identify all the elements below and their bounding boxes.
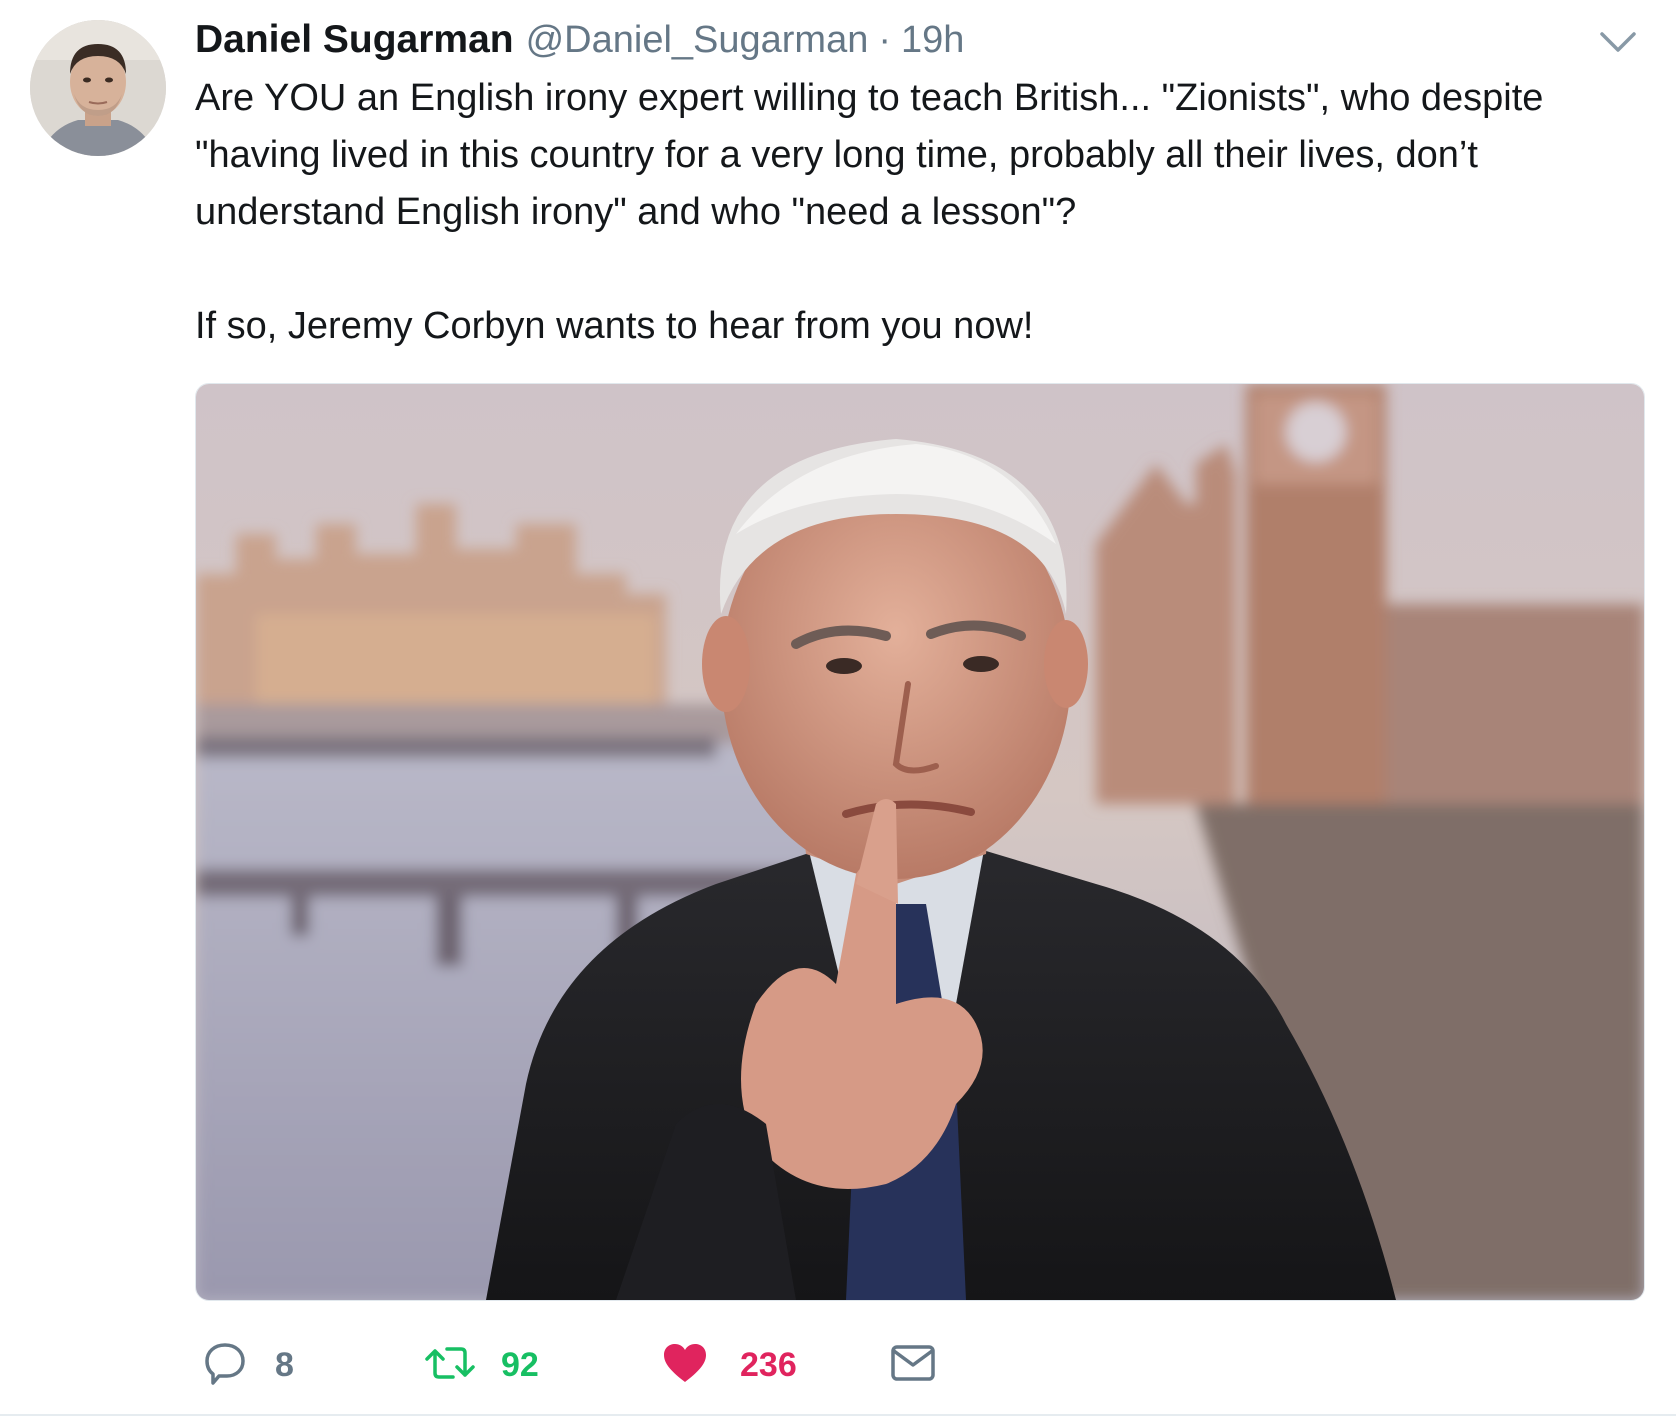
avatar-image	[30, 20, 166, 156]
retweet-count: 92	[501, 1345, 539, 1384]
tweet-timestamp[interactable]: 19h	[901, 19, 964, 62]
tweet-text-paragraph-1: Are YOU an English irony expert willing …	[195, 77, 1544, 233]
tweet-header: Daniel Sugarman @Daniel_Sugarman · 19h	[195, 18, 964, 68]
reply-icon	[203, 1341, 247, 1390]
retweet-button[interactable]: 92	[425, 1335, 539, 1395]
like-count: 236	[740, 1345, 797, 1384]
tweet-actions: 8 92 236	[195, 1335, 1595, 1395]
heart-icon	[662, 1342, 708, 1389]
reply-count: 8	[275, 1345, 294, 1384]
chevron-down-icon[interactable]	[1598, 28, 1638, 56]
retweet-icon	[425, 1343, 475, 1388]
tweet-divider	[0, 1414, 1676, 1416]
reply-button[interactable]: 8	[203, 1335, 294, 1395]
tweet-photo[interactable]	[195, 383, 1645, 1301]
envelope-icon	[890, 1343, 936, 1388]
photo-man-pointing	[196, 384, 1644, 1300]
avatar[interactable]	[30, 20, 166, 156]
tweet-text: Are YOU an English irony expert willing …	[195, 70, 1655, 355]
separator-dot: ·	[878, 19, 892, 61]
author-handle[interactable]: @Daniel_Sugarman	[526, 19, 869, 62]
tweet-card[interactable]: Daniel Sugarman @Daniel_Sugarman · 19h A…	[0, 0, 1676, 1420]
like-button[interactable]: 236	[662, 1335, 797, 1395]
direct-message-button[interactable]	[890, 1335, 936, 1395]
author-name[interactable]: Daniel Sugarman	[195, 18, 514, 62]
tweet-text-paragraph-2: If so, Jeremy Corbyn wants to hear from …	[195, 305, 1034, 347]
